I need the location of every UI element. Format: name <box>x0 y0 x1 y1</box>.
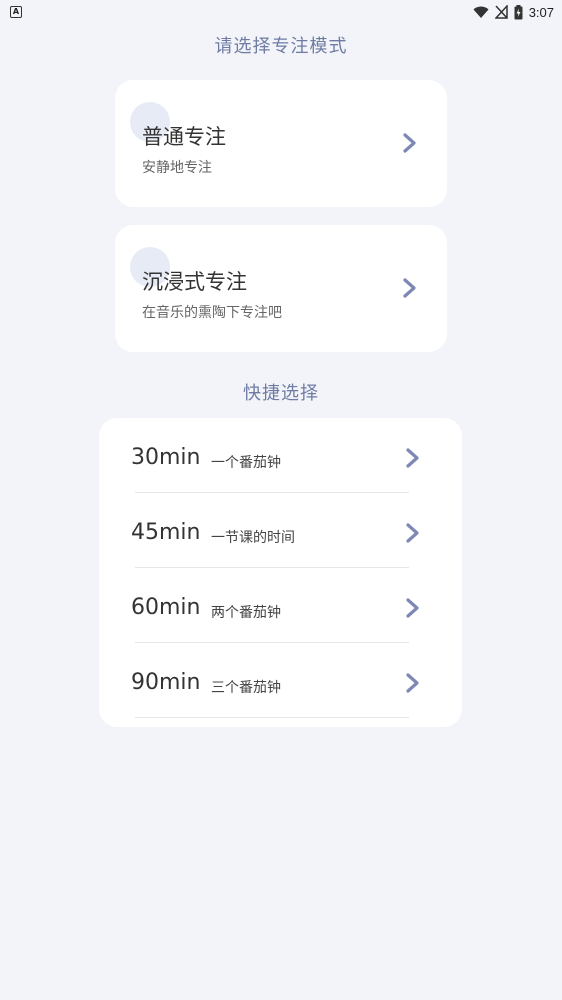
duration-description: 三个番茄钟 <box>211 680 281 696</box>
mode-title: 普通专注 <box>142 125 226 149</box>
quick-select-card: 30min 一个番茄钟 45min 一节课的时间 60min 两个番茄钟 90m… <box>99 418 462 727</box>
quick-select-title: 快捷选择 <box>243 383 319 404</box>
quick-item-90min[interactable]: 90min 三个番茄钟 <box>131 643 419 718</box>
app-notification-icon: A <box>10 6 22 18</box>
duration-label: 60min <box>131 595 201 620</box>
mode-subtitle: 在音乐的熏陶下专注吧 <box>142 305 282 321</box>
quick-item-60min[interactable]: 60min 两个番茄钟 <box>131 568 419 643</box>
page-title: 请选择专注模式 <box>214 36 348 57</box>
normal-focus-card[interactable]: 普通专注 安静地专注 <box>115 80 447 207</box>
status-bar: A 3:07 <box>0 0 562 24</box>
no-signal-icon <box>494 5 508 19</box>
chevron-right-icon <box>403 133 416 153</box>
duration-description: 两个番茄钟 <box>211 605 281 621</box>
duration-description: 一节课的时间 <box>211 530 295 546</box>
immersive-focus-card[interactable]: 沉浸式专注 在音乐的熏陶下专注吧 <box>115 225 447 352</box>
chevron-right-icon <box>406 523 419 543</box>
duration-description: 一个番茄钟 <box>211 455 281 471</box>
duration-label: 30min <box>131 445 201 470</box>
chevron-right-icon <box>406 448 419 468</box>
duration-label: 90min <box>131 670 201 695</box>
mode-title: 沉浸式专注 <box>142 270 247 294</box>
quick-item-30min[interactable]: 30min 一个番茄钟 <box>131 418 419 493</box>
wifi-icon <box>473 6 489 18</box>
chevron-right-icon <box>403 278 416 298</box>
chevron-right-icon <box>406 673 419 693</box>
battery-charging-icon <box>514 4 523 19</box>
quick-item-45min[interactable]: 45min 一节课的时间 <box>131 493 419 568</box>
chevron-right-icon <box>406 598 419 618</box>
duration-label: 45min <box>131 520 201 545</box>
mode-subtitle: 安静地专注 <box>142 160 212 176</box>
clock: 3:07 <box>528 4 554 20</box>
